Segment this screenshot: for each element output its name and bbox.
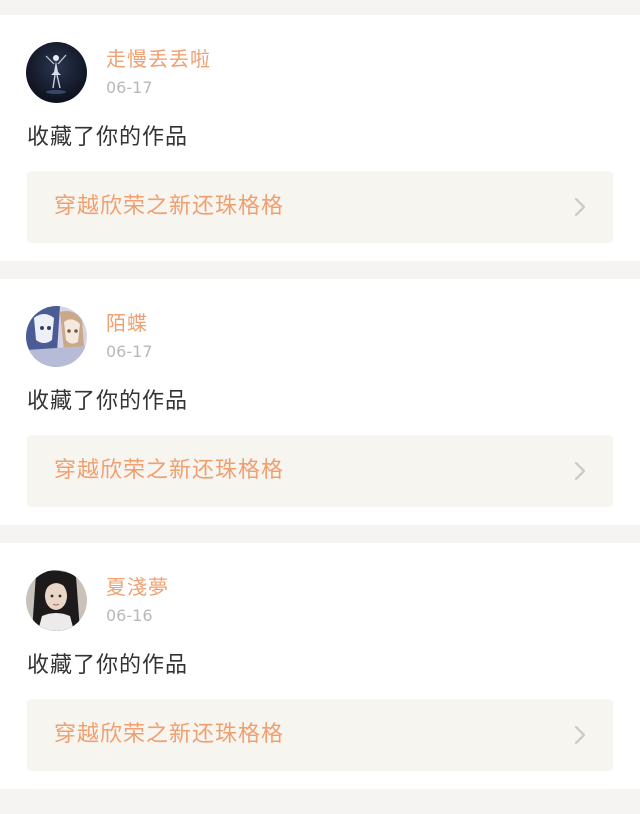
timestamp: 06-16 (106, 606, 153, 625)
chevron-right-icon (573, 196, 587, 218)
avatar-anime-girls-image (26, 306, 87, 367)
chevron-right-icon (573, 460, 587, 482)
work-title: 穿越欣荣之新还珠格格 (54, 458, 285, 483)
user-avatar[interactable] (26, 42, 87, 103)
username[interactable]: 陌蝶 (106, 311, 148, 335)
avatar-photo-girl-image (26, 570, 87, 631)
action-text: 收藏了你的作品 (27, 125, 189, 150)
notification-card: 夏淺夢 06-16 收藏了你的作品 穿越欣荣之新还珠格格 (0, 543, 640, 789)
user-avatar[interactable] (26, 306, 87, 367)
user-avatar[interactable] (26, 570, 87, 631)
chevron-right-icon (573, 724, 587, 746)
timestamp: 06-17 (106, 78, 153, 97)
action-text: 收藏了你的作品 (27, 653, 189, 678)
username[interactable]: 走慢丢丢啦 (106, 47, 211, 71)
work-link[interactable]: 穿越欣荣之新还珠格格 (27, 699, 613, 771)
timestamp: 06-17 (106, 342, 153, 361)
username[interactable]: 夏淺夢 (106, 575, 169, 599)
work-title: 穿越欣荣之新还珠格格 (54, 722, 285, 747)
work-link[interactable]: 穿越欣荣之新还珠格格 (27, 435, 613, 507)
notification-card: 陌蝶 06-17 收藏了你的作品 穿越欣荣之新还珠格格 (0, 279, 640, 525)
avatar-dark-dancer-image (26, 42, 87, 103)
action-text: 收藏了你的作品 (27, 389, 189, 414)
notification-card: 走慢丢丢啦 06-17 收藏了你的作品 穿越欣荣之新还珠格格 (0, 15, 640, 261)
work-title: 穿越欣荣之新还珠格格 (54, 194, 285, 219)
work-link[interactable]: 穿越欣荣之新还珠格格 (27, 171, 613, 243)
